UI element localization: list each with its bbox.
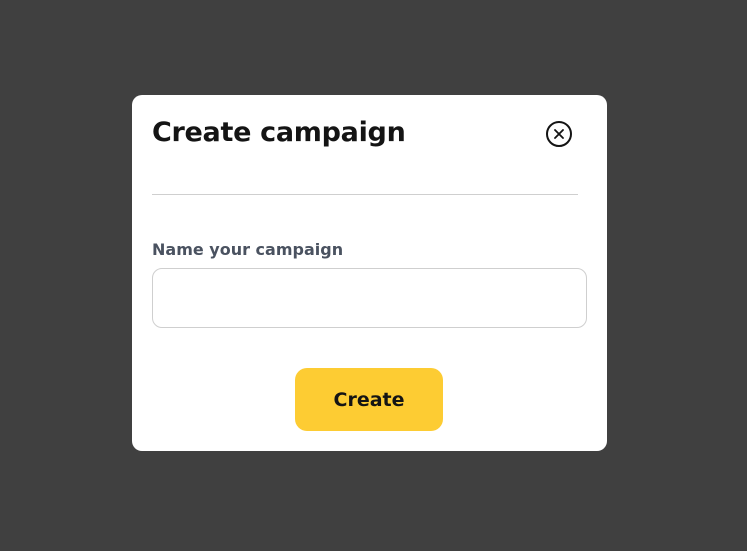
campaign-name-input[interactable] xyxy=(152,268,587,328)
close-button[interactable] xyxy=(546,121,572,147)
campaign-name-label: Name your campaign xyxy=(152,240,344,259)
dialog-title: Create campaign xyxy=(152,117,406,148)
create-campaign-dialog: Create campaign Name your campaign Creat… xyxy=(132,95,607,451)
create-button[interactable]: Create xyxy=(295,368,443,431)
close-icon xyxy=(554,129,564,139)
header-divider xyxy=(152,194,578,195)
